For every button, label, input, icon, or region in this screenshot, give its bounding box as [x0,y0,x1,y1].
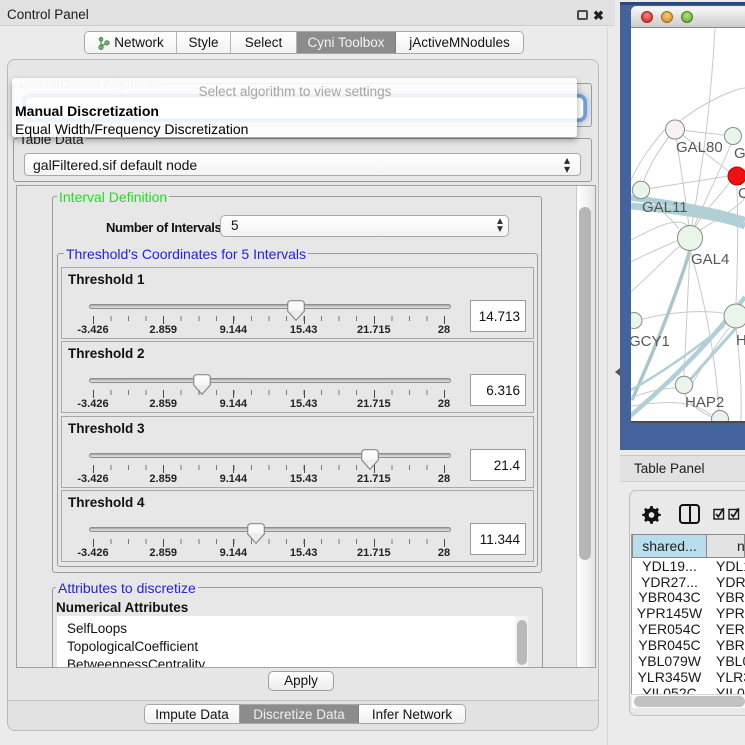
svg-text:GA: GA [734,145,745,162]
svg-text:C: C [738,185,745,202]
svg-text:GAL4: GAL4 [691,251,729,268]
svg-text:GCY1: GCY1 [631,333,670,350]
svg-text:GAL80: GAL80 [676,139,723,156]
svg-text:H: H [736,332,745,349]
svg-text:GAL11: GAL11 [642,199,688,216]
svg-text:HAP2: HAP2 [685,394,724,411]
